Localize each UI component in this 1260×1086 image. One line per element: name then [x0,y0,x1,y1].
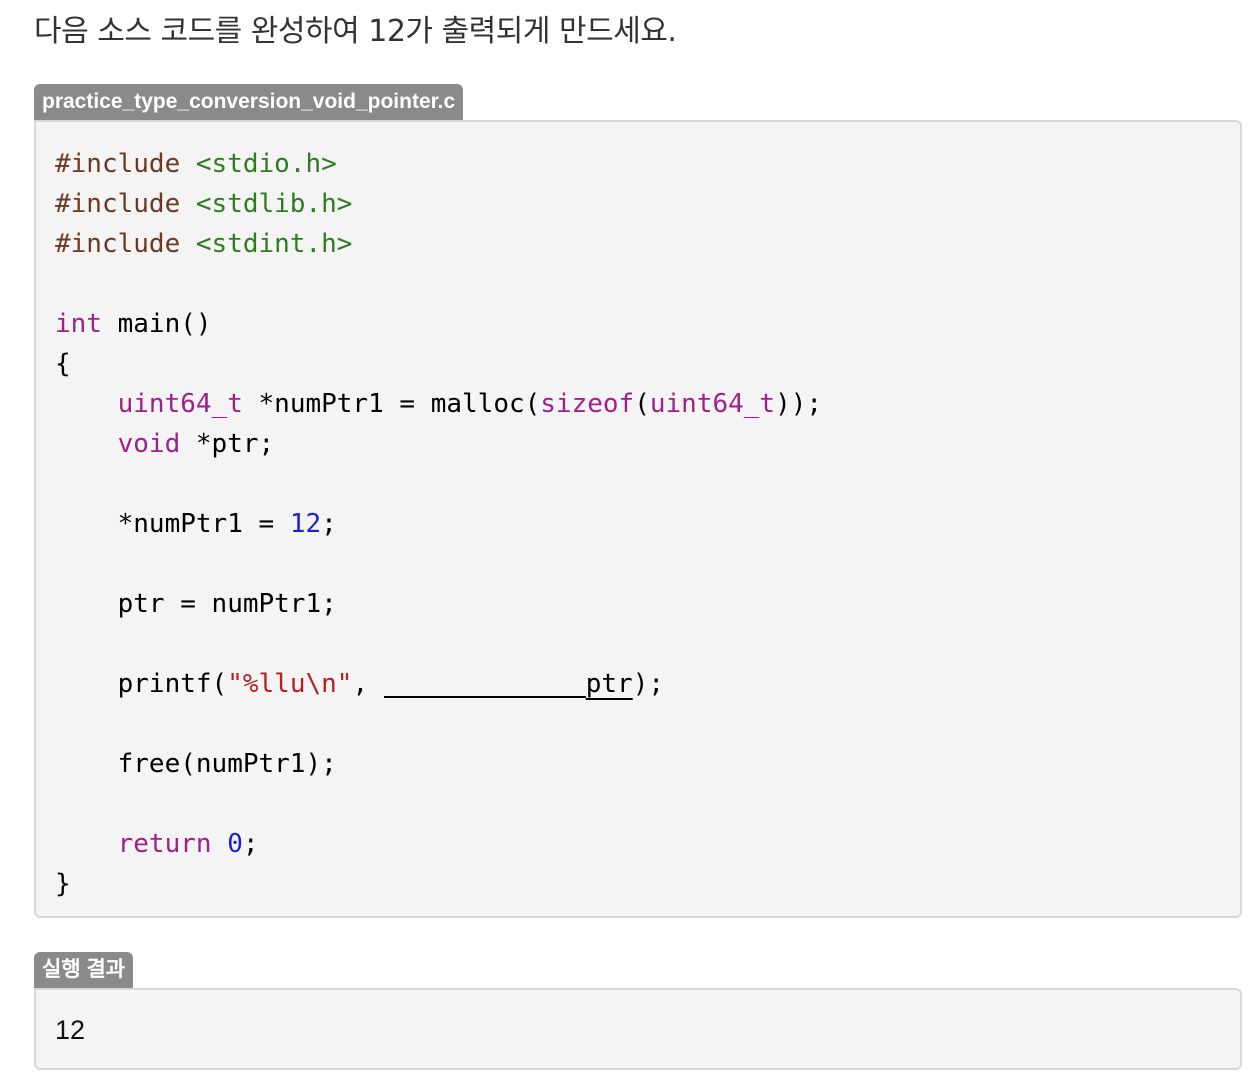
free-statement: free(numPtr1); [117,749,337,779]
source-file-tab: practice_type_conversion_void_pointer.c [34,84,464,120]
result-block: 12 [34,988,1242,1070]
decl-type-uint64: uint64_t [117,389,243,419]
printf-call: printf( [117,669,228,699]
code-line-assign-value: *numPtr1 = 12; [55,504,822,544]
code-line-main: int main() [55,304,822,344]
result-tab: 실행 결과 [34,952,134,988]
code-line-return: return 0; [55,824,822,864]
code-line-empty [55,464,822,504]
main-signature: main() [101,309,212,339]
code-line-include-stdint: #include <stdint.h> [55,224,822,264]
assign-number: 12 [289,509,322,539]
header-stdio: <stdio.h> [195,149,337,179]
question-prompt: 다음 소스 코드를 완성하여 12가 출력되게 만드세요. [34,14,677,49]
sizeof-keyword: sizeof [540,389,635,419]
open-brace: { [55,349,71,379]
printf-format-string: "%llu\n" [227,669,353,699]
result-output: 12 [55,1015,86,1045]
printf-argument-ptr: ptr [585,669,633,699]
include-keyword: #include [55,189,181,219]
include-keyword: #include [55,229,181,259]
assign-lhs: *numPtr1 = [117,509,290,539]
code-line-open-brace: { [55,344,822,384]
return-value: 0 [227,829,243,859]
code-line-empty [55,264,822,304]
code-line-empty [55,544,822,584]
decl-malloc-call: *numPtr1 = malloc( [242,389,541,419]
return-semicolon: ; [242,829,259,859]
close-brace: } [55,869,71,899]
code-line-free: free(numPtr1); [55,744,822,784]
printf-close: ); [632,669,665,699]
answer-blank[interactable] [383,666,586,698]
assign-semicolon: ; [321,509,337,539]
malloc-close: )); [775,389,823,419]
assign-ptr-statement: ptr = numPtr1; [117,589,337,619]
code-line-empty [55,784,822,824]
sizeof-open-paren: ( [634,389,650,419]
code-line-malloc: uint64_t *numPtr1 = malloc(sizeof(uint64… [55,384,822,424]
code-line-close-brace: } [55,864,822,904]
code-line-empty [55,624,822,664]
decl-ptr: *ptr; [180,429,275,459]
source-code: #include <stdio.h> #include <stdlib.h> #in… [55,144,822,904]
header-stdlib: <stdlib.h> [195,189,353,219]
include-keyword: #include [55,149,181,179]
code-line-void-ptr: void *ptr; [55,424,822,464]
code-block: #include <stdio.h> #include <stdlib.h> #in… [34,120,1242,918]
code-line-assign-ptr: ptr = numPtr1; [55,584,822,624]
return-keyword: return [117,829,212,859]
main-return-type: int [55,309,102,339]
code-line-empty [55,704,822,744]
code-line-include-stdlib: #include <stdlib.h> [55,184,822,224]
decl-type-void: void [117,429,181,459]
code-line-include-stdio: #include <stdio.h> [55,144,822,184]
printf-comma: , [352,669,384,699]
sizeof-argument-type: uint64_t [649,389,776,419]
code-line-printf: printf("%llu\n", ptr); [55,664,822,704]
header-stdint: <stdint.h> [195,229,353,259]
